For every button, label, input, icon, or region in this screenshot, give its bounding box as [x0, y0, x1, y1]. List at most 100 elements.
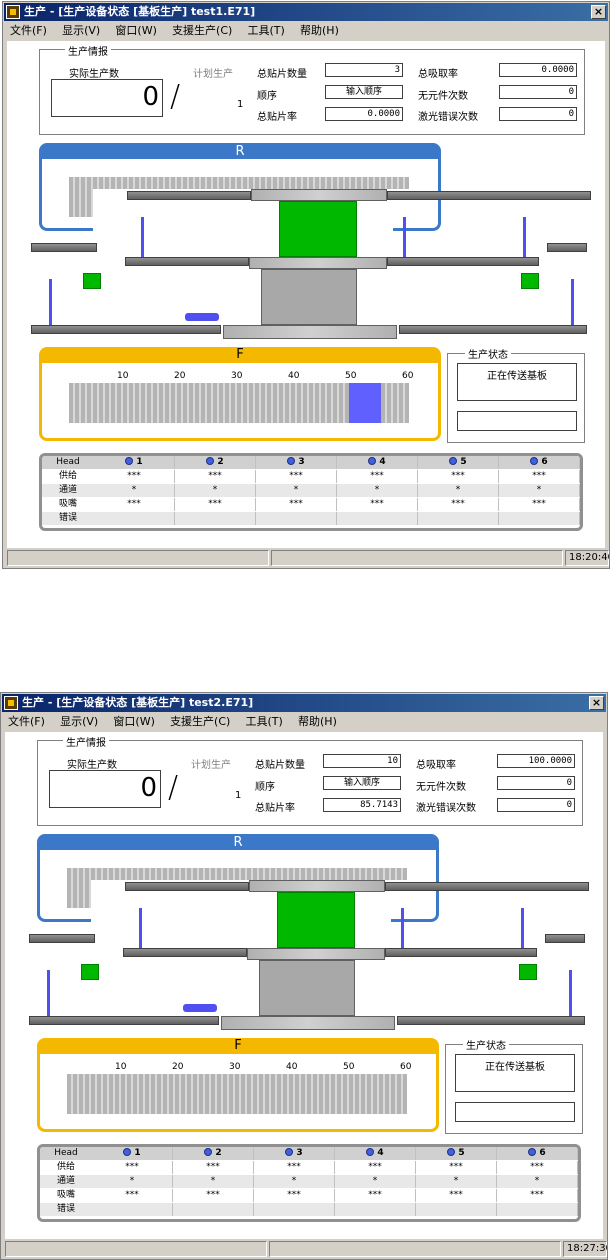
total-rate-label: 总贴片率: [257, 112, 297, 123]
head-row: 通道 * * * * * *: [40, 1175, 578, 1188]
menu-support[interactable]: 支援生产(C): [166, 22, 238, 40]
tick-label: 60: [400, 1062, 412, 1072]
head-column[interactable]: 6: [497, 1147, 578, 1160]
head-status-icon: [368, 457, 377, 465]
tick-label: 50: [343, 1062, 355, 1072]
head-column[interactable]: 5: [416, 1147, 497, 1160]
tick-label: 60: [402, 371, 414, 381]
menu-tools[interactable]: 工具(T): [240, 713, 289, 731]
head-row: 吸嘴 *** *** *** *** *** ***: [40, 1189, 578, 1202]
upper-rail-right: [385, 882, 589, 891]
window-title: 生产 - [生产设备状态 [基板生产] test2.E71]: [22, 696, 254, 709]
head-column[interactable]: 1: [92, 1147, 173, 1160]
sensor-pole: [569, 970, 572, 1016]
head-row-label: 供给: [58, 471, 77, 481]
sensor-pole: [571, 279, 574, 325]
head-status-icon: [285, 1148, 294, 1156]
sensor-pole: [139, 908, 142, 948]
production-window-2: 生产 - [生产设备状态 [基板生产] test2.E71] × 文件(F) 显…: [0, 692, 608, 1260]
title-bar[interactable]: 生产 - [生产设备状态 [基板生产] test2.E71] ×: [2, 694, 606, 712]
menu-help[interactable]: 帮助(H): [292, 713, 343, 731]
right-stopper: [521, 273, 539, 289]
head-status-icon: [528, 1148, 537, 1156]
pickup-rate-field: 100.0000: [497, 754, 575, 768]
head-status-icon: [204, 1148, 213, 1156]
menu-view[interactable]: 显示(V): [56, 22, 106, 40]
head-cell: ***: [416, 1189, 497, 1202]
menu-window[interactable]: 窗口(W): [107, 713, 160, 731]
head-status-icon: [447, 1148, 456, 1156]
production-info-label: 生产情报: [65, 43, 111, 58]
no-part-label: 无元件次数: [418, 91, 468, 102]
head-cell: *: [418, 484, 499, 497]
production-window-1: 生产 - [生产设备状态 [基板生产] test1.E71] × 文件(F) 显…: [2, 1, 610, 569]
head-cell: [254, 1203, 335, 1216]
actual-count-label: 实际生产数: [67, 760, 117, 771]
head-column[interactable]: 2: [175, 456, 256, 469]
head-cell: [497, 1203, 578, 1216]
head-column[interactable]: 2: [173, 1147, 254, 1160]
nozzle-changer: [185, 313, 219, 321]
head-row-label: 吸嘴: [58, 499, 77, 509]
order-label: 顺序: [257, 91, 277, 102]
head-column[interactable]: 6: [499, 456, 580, 469]
head-cell: [92, 1203, 173, 1216]
head-column[interactable]: 4: [335, 1147, 416, 1160]
upper-rail-right: [387, 191, 591, 200]
input-order-button[interactable]: 输入顺序: [325, 85, 403, 99]
head-cell: [94, 512, 175, 525]
menu-file[interactable]: 文件(F): [2, 713, 51, 731]
menu-bar: 文件(F) 显示(V) 窗口(W) 支援生产(C) 工具(T) 帮助(H): [2, 713, 606, 731]
head-cell: [499, 512, 580, 525]
actual-count-display: 0: [51, 79, 163, 117]
head-unit: [261, 269, 357, 325]
menu-view[interactable]: 显示(V): [54, 713, 104, 731]
app-icon: [4, 696, 18, 710]
head-column[interactable]: 3: [256, 456, 337, 469]
tick-label: 10: [115, 1062, 127, 1072]
menu-support[interactable]: 支援生产(C): [164, 713, 236, 731]
front-feeder-slots: [67, 1074, 407, 1114]
head-status-icon: [530, 457, 539, 465]
laser-error-field: 0: [499, 107, 577, 121]
head-cell: [337, 512, 418, 525]
pickup-rate-field: 0.0000: [499, 63, 577, 77]
laser-error-field: 0: [497, 798, 575, 812]
head-column[interactable]: 4: [337, 456, 418, 469]
head-cell: ***: [497, 1189, 578, 1202]
menu-file[interactable]: 文件(F): [4, 22, 53, 40]
pcb-board: [277, 892, 355, 948]
plan-label: 计划生产: [193, 69, 233, 80]
title-bar[interactable]: 生产 - [生产设备状态 [基板生产] test1.E71] ×: [4, 3, 608, 21]
actual-count-label: 实际生产数: [69, 69, 119, 80]
head-column[interactable]: 1: [94, 456, 175, 469]
head-cell: ***: [173, 1161, 254, 1174]
bottom-rail-right: [399, 325, 587, 334]
laser-error-label: 激光错误次数: [418, 112, 478, 123]
close-button[interactable]: ×: [591, 5, 606, 19]
head-column[interactable]: 5: [418, 456, 499, 469]
input-order-button[interactable]: 输入顺序: [323, 776, 401, 790]
rear-panel-label: R: [235, 144, 245, 159]
sensor-pole: [403, 217, 406, 257]
tick-label: 30: [231, 371, 243, 381]
menu-window[interactable]: 窗口(W): [109, 22, 162, 40]
head-cell: ***: [254, 1161, 335, 1174]
head-cell: ***: [254, 1189, 335, 1202]
head-status-icon: [206, 457, 215, 465]
rear-feeder-slots-left: [69, 189, 93, 217]
status-time: 18:27:30: [563, 1241, 607, 1257]
head-cell: ***: [256, 470, 337, 483]
order-label: 顺序: [255, 782, 275, 793]
menu-tools[interactable]: 工具(T): [242, 22, 291, 40]
head-cell: ***: [175, 498, 256, 511]
head-cell: ***: [92, 1161, 173, 1174]
status-message: 正在传送基板: [455, 1054, 575, 1092]
head-row-label: 通道: [58, 485, 77, 495]
head-cell: ***: [499, 498, 580, 511]
head-column[interactable]: 3: [254, 1147, 335, 1160]
close-button[interactable]: ×: [589, 696, 604, 710]
status-pane-middle: [271, 550, 563, 566]
menu-help[interactable]: 帮助(H): [294, 22, 345, 40]
gantry-top: [249, 880, 385, 892]
